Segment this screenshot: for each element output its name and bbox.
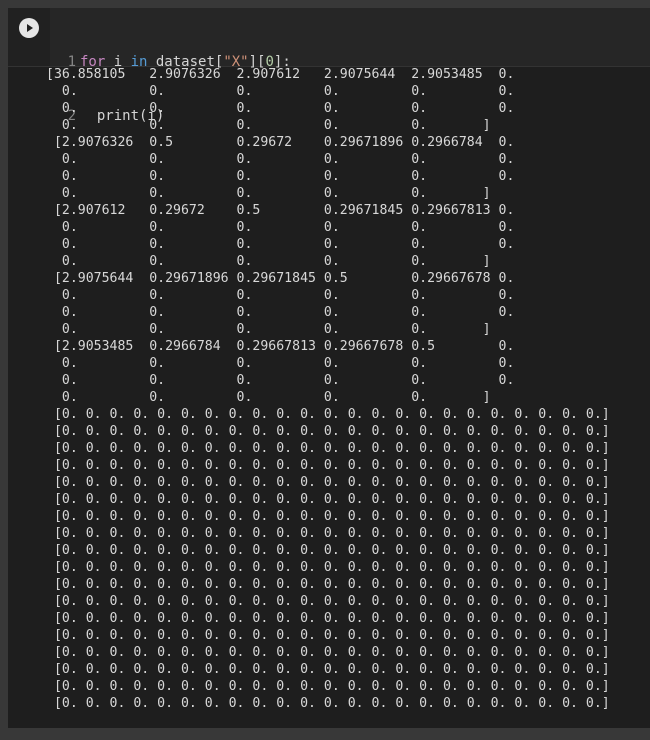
code-editor[interactable]: 1 for i in dataset["X"][0]: 2 print(i) bbox=[8, 8, 650, 124]
output-line: [0. 0. 0. 0. 0. 0. 0. 0. 0. 0. 0. 0. 0. … bbox=[46, 611, 610, 626]
output-line: [0. 0. 0. 0. 0. 0. 0. 0. 0. 0. 0. 0. 0. … bbox=[46, 458, 610, 473]
output-line: [0. 0. 0. 0. 0. 0. 0. 0. 0. 0. 0. 0. 0. … bbox=[46, 645, 610, 660]
output-line: [0. 0. 0. 0. 0. 0. 0. 0. 0. 0. 0. 0. 0. … bbox=[46, 492, 610, 507]
output-line: 0. 0. 0. 0. 0. ] bbox=[46, 390, 491, 405]
output-line: 0. 0. 0. 0. 0. 0. bbox=[46, 84, 515, 99]
output-line: [0. 0. 0. 0. 0. 0. 0. 0. 0. 0. 0. 0. 0. … bbox=[46, 526, 610, 541]
output-line: [36.858105 2.9076326 2.907612 2.9075644 … bbox=[46, 67, 515, 82]
output-line: 0. 0. 0. 0. 0. ] bbox=[46, 322, 491, 337]
output-line: [0. 0. 0. 0. 0. 0. 0. 0. 0. 0. 0. 0. 0. … bbox=[46, 509, 610, 524]
output-line: 0. 0. 0. 0. 0. 0. bbox=[46, 288, 515, 303]
output-line: [0. 0. 0. 0. 0. 0. 0. 0. 0. 0. 0. 0. 0. … bbox=[46, 696, 610, 711]
output-line: 0. 0. 0. 0. 0. ] bbox=[46, 254, 491, 269]
play-circle-icon bbox=[27, 24, 33, 32]
output-line: [2.907612 0.29672 0.5 0.29671845 0.29667… bbox=[46, 203, 515, 218]
output-line: [0. 0. 0. 0. 0. 0. 0. 0. 0. 0. 0. 0. 0. … bbox=[46, 577, 610, 592]
run-cell-button[interactable] bbox=[19, 18, 39, 38]
output-line: 0. 0. 0. 0. 0. 0. bbox=[46, 305, 515, 320]
output-line: 0. 0. 0. 0. 0. 0. bbox=[46, 373, 515, 388]
output-line: [0. 0. 0. 0. 0. 0. 0. 0. 0. 0. 0. 0. 0. … bbox=[46, 560, 610, 575]
output-line: [0. 0. 0. 0. 0. 0. 0. 0. 0. 0. 0. 0. 0. … bbox=[46, 662, 610, 677]
output-line: 0. 0. 0. 0. 0. 0. bbox=[46, 356, 515, 371]
output-line: [0. 0. 0. 0. 0. 0. 0. 0. 0. 0. 0. 0. 0. … bbox=[46, 441, 610, 456]
output-line: [0. 0. 0. 0. 0. 0. 0. 0. 0. 0. 0. 0. 0. … bbox=[46, 475, 610, 490]
output-line: [0. 0. 0. 0. 0. 0. 0. 0. 0. 0. 0. 0. 0. … bbox=[46, 543, 610, 558]
output-line: [2.9053485 0.2966784 0.29667813 0.296676… bbox=[46, 339, 515, 354]
output-line: [0. 0. 0. 0. 0. 0. 0. 0. 0. 0. 0. 0. 0. … bbox=[46, 594, 610, 609]
output-line: [0. 0. 0. 0. 0. 0. 0. 0. 0. 0. 0. 0. 0. … bbox=[46, 407, 610, 422]
output-line: [0. 0. 0. 0. 0. 0. 0. 0. 0. 0. 0. 0. 0. … bbox=[46, 628, 610, 643]
output-line: 0. 0. 0. 0. 0. 0. bbox=[46, 169, 515, 184]
cell-output: [36.858105 2.9076326 2.907612 2.9075644 … bbox=[46, 66, 640, 712]
output-line: [0. 0. 0. 0. 0. 0. 0. 0. 0. 0. 0. 0. 0. … bbox=[46, 679, 610, 694]
output-line: 0. 0. 0. 0. 0. 0. bbox=[46, 101, 515, 116]
output-line: [0. 0. 0. 0. 0. 0. 0. 0. 0. 0. 0. 0. 0. … bbox=[46, 424, 610, 439]
output-line: 0. 0. 0. 0. 0. ] bbox=[46, 186, 491, 201]
output-line: 0. 0. 0. 0. 0. ] bbox=[46, 118, 491, 133]
output-line: 0. 0. 0. 0. 0. 0. bbox=[46, 220, 515, 235]
output-line: [2.9076326 0.5 0.29672 0.29671896 0.2966… bbox=[46, 135, 515, 150]
output-line: [2.9075644 0.29671896 0.29671845 0.5 0.2… bbox=[46, 271, 515, 286]
output-line: 0. 0. 0. 0. 0. 0. bbox=[46, 237, 515, 252]
cell-gutter bbox=[8, 8, 50, 66]
output-line: 0. 0. 0. 0. 0. 0. bbox=[46, 152, 515, 167]
